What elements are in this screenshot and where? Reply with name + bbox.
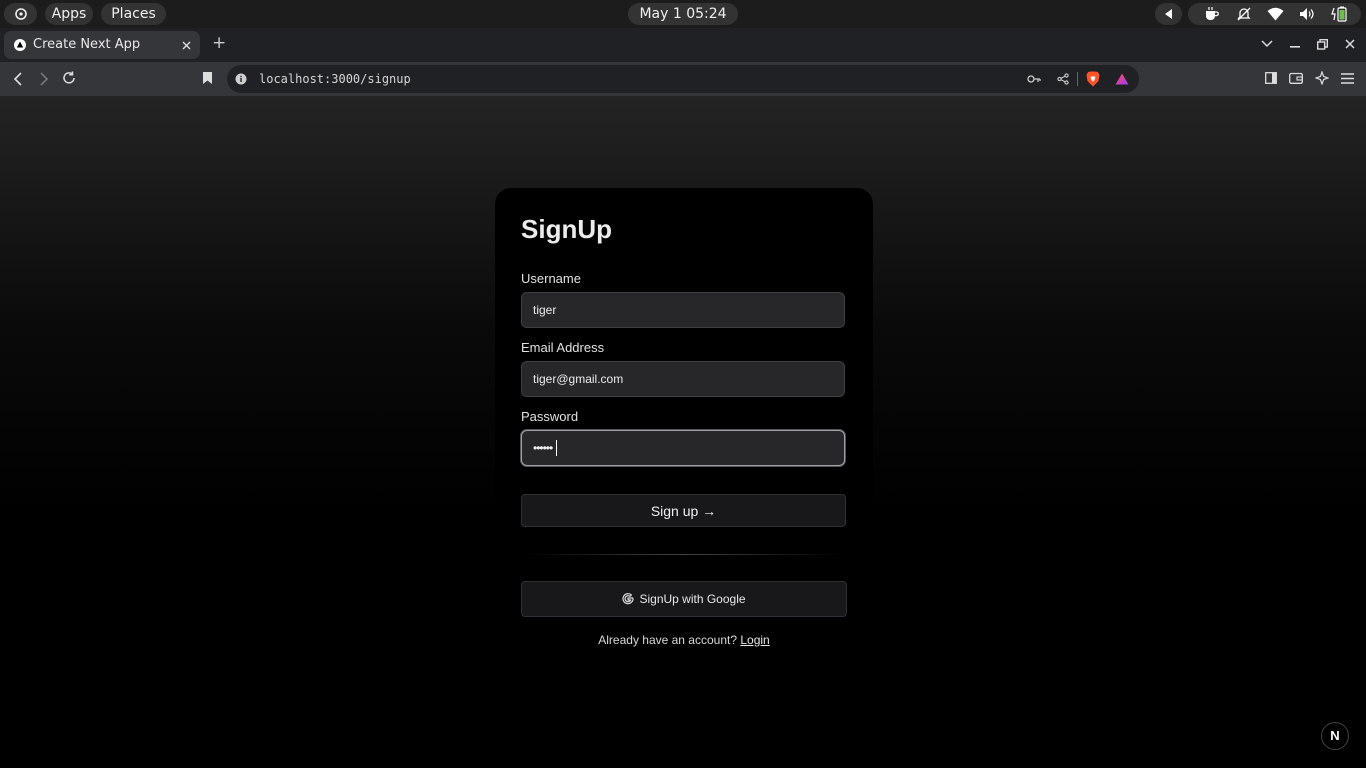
google-signup-button[interactable]: SignUp with Google <box>521 581 847 617</box>
play-left-icon <box>1165 9 1172 19</box>
system-top-bar: Apps Places May 1 05:24 <box>0 0 1366 28</box>
new-tab-button[interactable]: + <box>212 33 226 53</box>
text-caret <box>556 440 557 456</box>
url-text[interactable]: localhost:3000/signup <box>259 65 411 93</box>
brave-icon[interactable] <box>1086 71 1100 87</box>
browser-toolbar: localhost:3000/signup <box>0 62 1366 96</box>
reload-icon[interactable] <box>62 71 76 85</box>
password-label: Password <box>521 409 579 424</box>
restore-window-icon[interactable] <box>1317 39 1328 50</box>
gnome-logo-icon <box>15 8 27 20</box>
back-icon[interactable] <box>13 72 23 86</box>
page-title: SignUp <box>521 214 612 244</box>
battery-icon <box>1331 6 1347 22</box>
wallet-icon[interactable] <box>1289 72 1303 84</box>
nextjs-favicon-icon <box>14 39 26 51</box>
login-link[interactable]: Login <box>740 633 769 647</box>
status-menu-button[interactable] <box>1188 3 1361 25</box>
browser-tab-strip: Create Next App + <box>0 28 1366 62</box>
account-prompt-text: Already have an account? <box>598 633 738 647</box>
google-signup-label: SignUp with Google <box>639 592 746 606</box>
bookmark-icon[interactable] <box>202 71 213 85</box>
places-menu-button[interactable]: Places <box>101 3 166 25</box>
wifi-icon <box>1267 7 1284 21</box>
apps-menu-button[interactable]: Apps <box>45 3 93 25</box>
email-label: Email Address <box>521 340 605 355</box>
share-icon[interactable] <box>1057 73 1069 85</box>
page-viewport: SignUp Username Email Address Password •… <box>0 96 1366 768</box>
sidebar-icon[interactable] <box>1265 72 1277 84</box>
minimize-window-icon[interactable] <box>1290 46 1300 48</box>
toolbar-separator <box>1077 72 1078 86</box>
close-window-icon[interactable] <box>1345 39 1355 49</box>
leo-icon[interactable] <box>1315 71 1329 85</box>
tab-search-chevron-icon[interactable] <box>1261 40 1273 48</box>
media-indicator[interactable] <box>1155 3 1182 25</box>
tab-create-next-app[interactable]: Create Next App <box>4 31 200 59</box>
password-input[interactable] <box>521 430 845 466</box>
info-icon[interactable] <box>235 73 247 85</box>
google-icon <box>622 593 635 605</box>
bell-off-icon <box>1237 7 1251 21</box>
clock-button[interactable]: May 1 05:24 <box>628 3 738 25</box>
activities-button[interactable] <box>4 3 37 25</box>
rewards-icon[interactable] <box>1115 73 1129 85</box>
key-icon[interactable] <box>1027 74 1041 84</box>
section-divider <box>525 554 843 555</box>
volume-icon <box>1300 8 1314 20</box>
forward-icon[interactable] <box>39 72 49 86</box>
nextjs-dev-indicator[interactable]: N <box>1321 722 1349 750</box>
signup-button[interactable]: Sign up → <box>521 494 846 527</box>
address-bar[interactable]: localhost:3000/signup <box>227 65 1139 93</box>
menu-icon[interactable] <box>1341 73 1354 84</box>
username-input[interactable] <box>521 292 845 328</box>
username-label: Username <box>521 271 581 286</box>
coffee-icon <box>1206 7 1219 20</box>
login-prompt: Already have an account? Login <box>495 633 873 647</box>
tab-title: Create Next App <box>33 37 141 52</box>
password-mask: •••••• <box>533 441 553 455</box>
email-input[interactable] <box>521 361 845 397</box>
signup-card: SignUp Username Email Address Password •… <box>495 188 873 678</box>
close-tab-icon[interactable] <box>182 41 191 50</box>
